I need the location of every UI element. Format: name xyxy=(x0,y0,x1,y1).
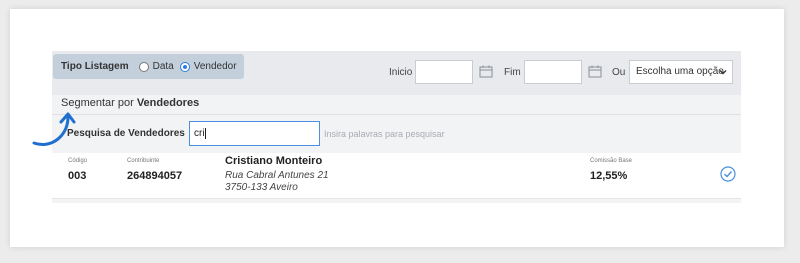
comissao-value: 12,55% xyxy=(590,170,628,182)
radio-vendedor-circle[interactable] xyxy=(179,61,190,72)
segment-title: Segmentar por Vendedores xyxy=(61,97,199,109)
fim-label: Fim xyxy=(504,67,521,78)
radio-data-circle[interactable] xyxy=(138,61,149,72)
check-circle-icon[interactable] xyxy=(720,166,736,182)
search-value: cri xyxy=(194,128,205,139)
annotation-arrow-icon xyxy=(32,112,76,146)
inicio-date-input[interactable] xyxy=(415,60,473,84)
radio-data[interactable]: Data xyxy=(138,61,174,72)
comissao-label: Comissão Base xyxy=(590,158,633,164)
radio-data-label: Data xyxy=(152,61,174,72)
tipo-listagem-group: Tipo Listagem Data Vendedor xyxy=(53,54,244,79)
codigo-value: 003 xyxy=(68,170,87,182)
vendor-address-line2: 3750-133 Aveiro xyxy=(225,182,298,193)
calendar-icon[interactable] xyxy=(588,65,602,78)
option-select[interactable]: Escolha uma opção xyxy=(629,60,733,84)
option-select-value: Escolha uma opção xyxy=(636,66,724,77)
search-label: Pesquisa de Vendedores xyxy=(67,128,185,139)
divider xyxy=(52,114,741,115)
radio-vendedor-label: Vendedor xyxy=(193,61,237,72)
tipo-listagem-label: Tipo Listagem xyxy=(61,61,129,72)
radio-vendedor[interactable]: Vendedor xyxy=(179,61,237,72)
vendor-search-input[interactable]: cri xyxy=(189,121,320,146)
fim-date-input[interactable] xyxy=(524,60,582,84)
calendar-icon[interactable] xyxy=(479,65,493,78)
search-hint: Insira palavras para pesquisar xyxy=(324,129,445,139)
codigo-label: Código xyxy=(68,158,88,164)
inicio-label: Inicio xyxy=(389,67,413,78)
chevron-down-icon xyxy=(719,70,727,75)
contribuinte-value: 264894057 xyxy=(127,170,183,182)
ou-label: Ou xyxy=(612,67,626,78)
segment-bold: Vendedores xyxy=(136,97,200,109)
vendor-address-line1: Rua Cabral Antunes 21 xyxy=(225,170,329,181)
contribuinte-label: Contribuinte xyxy=(127,158,160,164)
vendor-name: Cristiano Monteiro xyxy=(225,155,323,167)
text-cursor xyxy=(204,127,206,139)
